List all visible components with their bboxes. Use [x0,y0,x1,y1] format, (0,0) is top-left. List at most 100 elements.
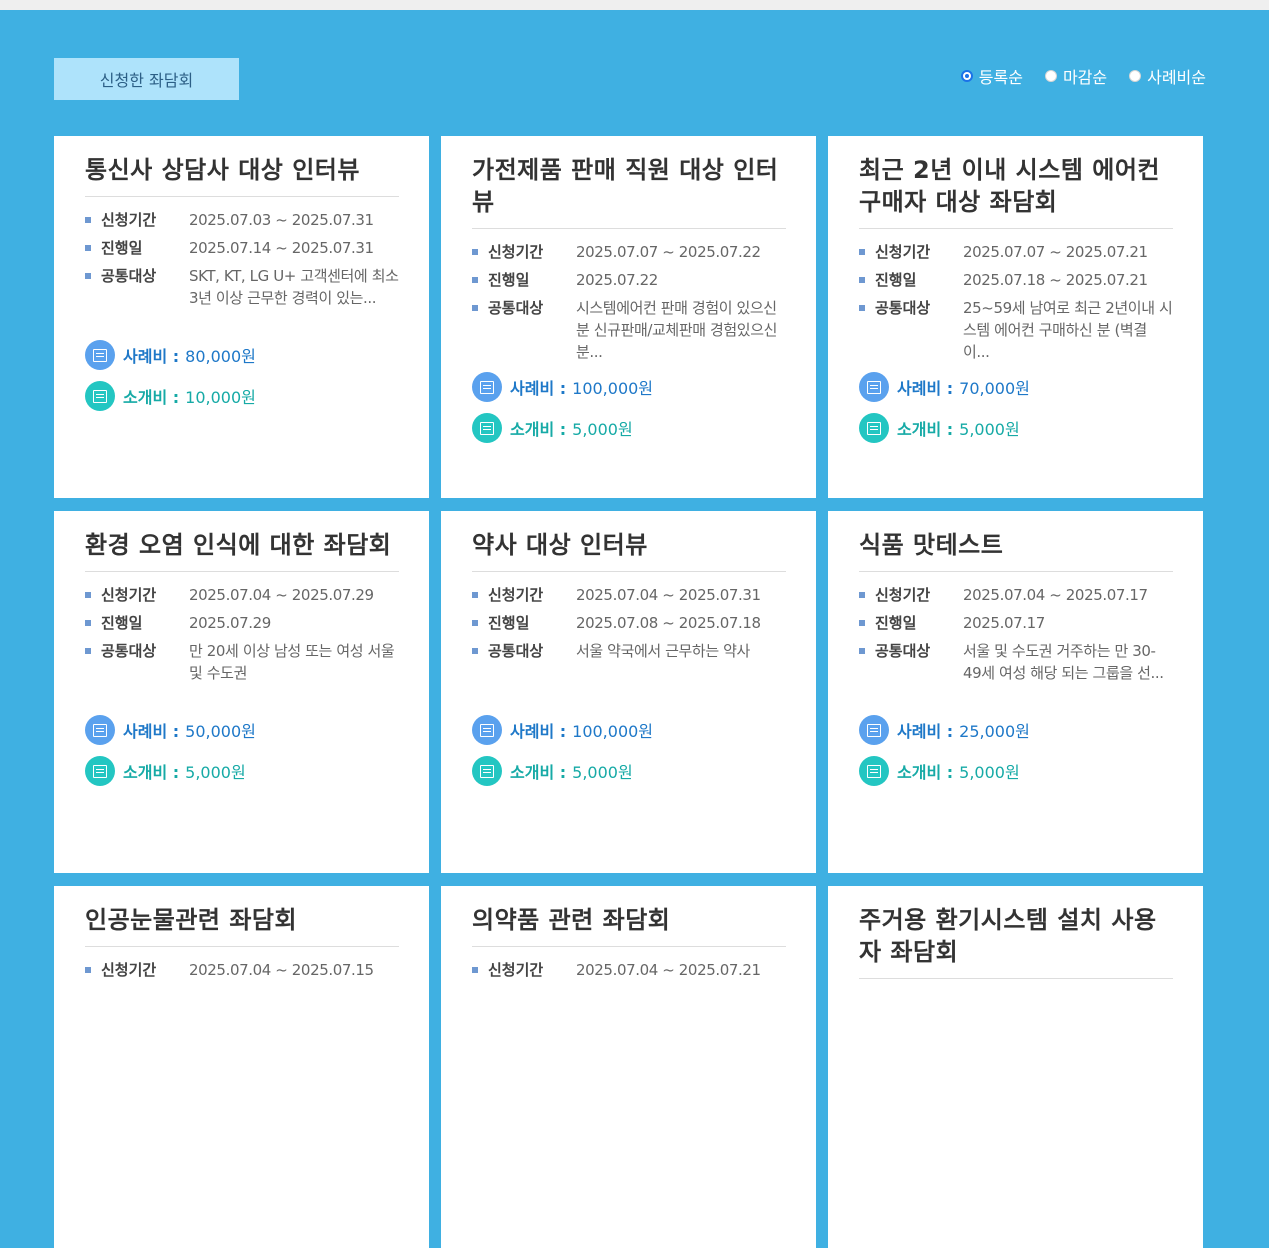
bullet-icon [85,245,91,251]
date-value: 2025.07.29 [189,614,271,632]
roundtable-card[interactable]: 최근 2년 이내 시스템 에어컨 구매자 대상 좌담회 신청기간 2025.07.… [828,136,1203,498]
bullet-icon [85,217,91,223]
date-value: 2025.07.08 ~ 2025.07.18 [576,614,761,632]
period-row: 신청기간 2025.07.03 ~ 2025.07.31 [85,209,399,231]
applied-roundtables-button[interactable]: 신청한 좌담회 [54,58,239,100]
referral-row: 소개비 : 5,000원 [85,756,399,786]
period-label: 신청기간 [488,961,544,979]
pay-label: 사례비 : [510,379,567,398]
radio-selected-icon[interactable] [960,70,973,82]
bullet-icon [85,592,91,598]
card-title[interactable]: 의약품 관련 좌담회 [472,904,786,947]
date-row: 진행일 2025.07.29 [85,612,399,634]
card-title[interactable]: 환경 오염 인식에 대한 좌담회 [85,529,399,572]
period-value: 2025.07.04 ~ 2025.07.31 [576,586,761,604]
period-value: 2025.07.04 ~ 2025.07.17 [963,586,1148,604]
referral-value: 5,000원 [959,420,1020,439]
target-value: 서울 약국에서 근무하는 약사 [576,642,750,660]
date-value: 2025.07.14 ~ 2025.07.31 [189,239,374,257]
bullet-icon [472,967,478,973]
roundtable-card[interactable]: 약사 대상 인터뷰 신청기간 2025.07.04 ~ 2025.07.31 진행… [441,511,816,873]
date-value: 2025.07.18 ~ 2025.07.21 [963,271,1148,289]
referral-value: 5,000원 [572,763,633,782]
target-label: 공통대상 [875,642,931,660]
sort-by-registration[interactable]: 등록순 [960,64,1023,88]
target-row: 공통대상 시스템에어컨 판매 경험이 있으신 분 신규판매/교체판매 경험있으신 … [472,297,786,363]
pay-label: 사례비 : [897,722,954,741]
target-row: 공통대상 만 20세 이상 남성 또는 여성 서울 및 수도권 [85,640,399,706]
card-title[interactable]: 주거용 환기시스템 설치 사용자 좌담회 [859,904,1173,979]
date-label: 진행일 [875,614,917,632]
pay-row: 사례비 : 50,000원 [85,715,399,745]
sort-by-deadline[interactable]: 마감순 [1044,64,1107,88]
date-label: 진행일 [488,271,530,289]
pay-value: 100,000원 [572,722,654,741]
target-row: 공통대상 SKT, KT, LG U+ 고객센터에 최소 3년 이상 근무한 경력… [85,265,399,331]
target-label: 공통대상 [875,299,931,317]
date-label: 진행일 [488,614,530,632]
bullet-icon [472,277,478,283]
sort-by-fee[interactable]: 사례비순 [1129,64,1206,88]
roundtable-card[interactable]: 가전제품 판매 직원 대상 인터뷰 신청기간 2025.07.07 ~ 2025.… [441,136,816,498]
top-bar [0,0,1269,10]
card-grid: 통신사 상담사 대상 인터뷰 신청기간 2025.07.03 ~ 2025.07.… [54,136,1203,1248]
roundtable-card[interactable]: 통신사 상담사 대상 인터뷰 신청기간 2025.07.03 ~ 2025.07.… [54,136,429,498]
document-icon [85,340,115,370]
period-row: 신청기간 2025.07.07 ~ 2025.07.22 [472,241,786,263]
card-title[interactable]: 통신사 상담사 대상 인터뷰 [85,154,399,197]
roundtable-card[interactable]: 의약품 관련 좌담회 신청기간 2025.07.04 ~ 2025.07.21 [441,886,816,1248]
date-row: 진행일 2025.07.18 ~ 2025.07.21 [859,269,1173,291]
pay-row: 사례비 : 80,000원 [85,340,399,370]
bullet-icon [472,620,478,626]
document-icon [85,756,115,786]
period-label: 신청기간 [101,586,157,604]
radio-icon[interactable] [1129,70,1142,82]
pay-value: 100,000원 [572,379,654,398]
pay-label: 사례비 : [897,379,954,398]
period-row: 신청기간 2025.07.07 ~ 2025.07.21 [859,241,1173,263]
date-label: 진행일 [101,614,143,632]
referral-row: 소개비 : 5,000원 [472,413,786,443]
referral-row: 소개비 : 5,000원 [859,756,1173,786]
referral-value: 5,000원 [959,763,1020,782]
card-title[interactable]: 가전제품 판매 직원 대상 인터뷰 [472,154,786,229]
date-label: 진행일 [875,271,917,289]
roundtable-card[interactable]: 인공눈물관련 좌담회 신청기간 2025.07.04 ~ 2025.07.15 [54,886,429,1248]
pay-value: 25,000원 [959,722,1030,741]
sort-options: 등록순 마감순 사례비순 [960,64,1206,88]
target-value: 만 20세 이상 남성 또는 여성 서울 및 수도권 [189,642,395,682]
pay-row: 사례비 : 100,000원 [472,715,786,745]
target-row: 공통대상 서울 약국에서 근무하는 약사 [472,640,786,706]
roundtable-card[interactable]: 식품 맛테스트 신청기간 2025.07.04 ~ 2025.07.17 진행일 2… [828,511,1203,873]
card-title[interactable]: 최근 2년 이내 시스템 에어컨 구매자 대상 좌담회 [859,154,1173,229]
pay-label: 사례비 : [123,722,180,741]
card-title[interactable]: 약사 대상 인터뷰 [472,529,786,572]
card-title[interactable]: 식품 맛테스트 [859,529,1173,572]
pay-value: 80,000원 [185,347,256,366]
bullet-icon [859,277,865,283]
document-icon [859,756,889,786]
pay-row: 사례비 : 70,000원 [859,372,1173,402]
radio-icon[interactable] [1044,70,1057,82]
roundtable-card[interactable]: 주거용 환기시스템 설치 사용자 좌담회 [828,886,1203,1248]
card-title[interactable]: 인공눈물관련 좌담회 [85,904,399,947]
bullet-icon [472,592,478,598]
document-icon [472,413,502,443]
pay-row: 사례비 : 25,000원 [859,715,1173,745]
bullet-icon [85,967,91,973]
target-value: 서울 및 수도권 거주하는 만 30-49세 여성 해당 되는 그룹을 선... [963,642,1164,682]
period-row: 신청기간 2025.07.04 ~ 2025.07.17 [859,584,1173,606]
date-value: 2025.07.22 [576,271,658,289]
period-value: 2025.07.07 ~ 2025.07.21 [963,243,1148,261]
document-icon [859,372,889,402]
period-value: 2025.07.04 ~ 2025.07.15 [189,961,374,979]
referral-label: 소개비 : [123,763,180,782]
date-value: 2025.07.17 [963,614,1045,632]
document-icon [859,715,889,745]
date-row: 진행일 2025.07.08 ~ 2025.07.18 [472,612,786,634]
period-row: 신청기간 2025.07.04 ~ 2025.07.29 [85,584,399,606]
period-label: 신청기간 [488,586,544,604]
roundtable-card[interactable]: 환경 오염 인식에 대한 좌담회 신청기간 2025.07.04 ~ 2025.0… [54,511,429,873]
target-row: 공통대상 서울 및 수도권 거주하는 만 30-49세 여성 해당 되는 그룹을 … [859,640,1173,706]
period-row: 신청기간 2025.07.04 ~ 2025.07.21 [472,959,786,981]
